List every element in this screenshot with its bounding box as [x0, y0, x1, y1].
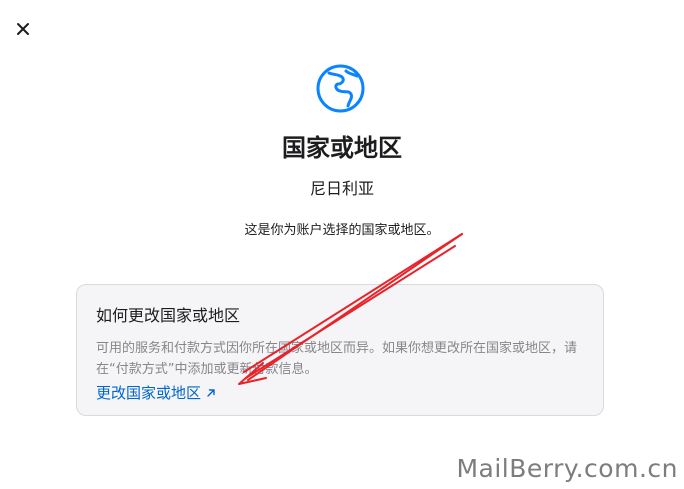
description-text: 这是你为账户选择的国家或地区。 [244, 223, 440, 238]
watermark: MailBerry.com.cn [456, 454, 678, 483]
globe-icon [316, 64, 365, 113]
card-title: 如何更改国家或地区 [96, 306, 241, 325]
selected-country: 尼日利亚 [309, 179, 374, 198]
change-country-link-label: 更改国家或地区 [96, 384, 202, 402]
external-arrow-icon [207, 388, 215, 397]
page-title: 国家或地区 [282, 134, 402, 162]
close-button[interactable] [12, 18, 34, 40]
change-country-link[interactable]: 更改国家或地区 [96, 382, 217, 403]
card-body-text: 可用的服务和付款方式因你所在国家或地区而异。如果你想更改所在国家或地区，请在“付… [96, 341, 578, 377]
close-icon [17, 23, 29, 35]
info-card: 如何更改国家或地区 可用的服务和付款方式因你所在国家或地区而异。如果你想更改所在… [76, 284, 604, 416]
